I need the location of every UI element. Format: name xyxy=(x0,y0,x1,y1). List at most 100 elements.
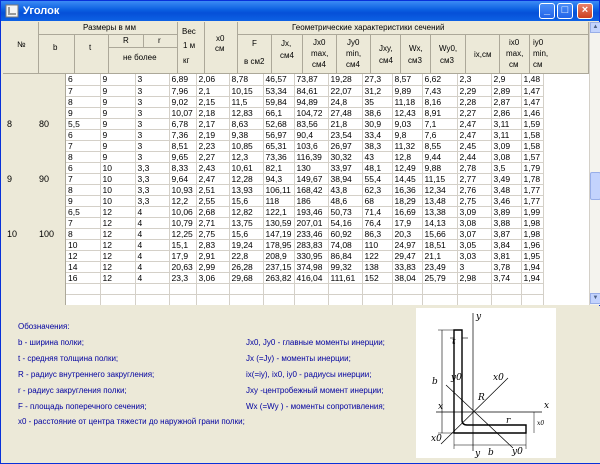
table-cell[interactable]: 3,78 xyxy=(491,261,522,273)
table-cell[interactable]: 13,48 xyxy=(422,195,458,207)
table-cell[interactable]: 7 xyxy=(66,140,101,152)
table-row[interactable]: 7 10 3,3 9,64 2,47 12,28 94,3 149,67 38,94 55,4 14… xyxy=(66,173,544,185)
table-cell[interactable]: 8,91 xyxy=(422,107,458,119)
table-cell[interactable]: 2,28 xyxy=(457,96,492,108)
table-cell[interactable]: 65,31 xyxy=(263,140,295,152)
header-r[interactable]: r xyxy=(144,35,178,48)
table-cell[interactable]: 2,55 xyxy=(196,195,230,207)
table-cell[interactable]: 12 xyxy=(100,272,136,284)
table-cell[interactable] xyxy=(457,283,492,295)
table-cell[interactable]: 14 xyxy=(66,261,101,273)
header-Jy0[interactable]: Jy0 min, см4 xyxy=(337,35,371,74)
table-cell[interactable]: 25,79 xyxy=(422,272,458,284)
table-cell[interactable]: 48,6 xyxy=(328,195,363,207)
table-cell[interactable]: 130 xyxy=(294,162,329,174)
table-cell[interactable]: 68 xyxy=(362,195,393,207)
table-row[interactable]: 14 12 4 20,63 2,99 26,28 237,15 374,98 99,32 138 3… xyxy=(66,261,544,273)
table-cell[interactable]: 12,34 xyxy=(422,184,458,196)
table-cell[interactable]: 1,58 xyxy=(521,129,544,141)
table-cell[interactable]: 7,43 xyxy=(422,85,458,97)
table-cell[interactable]: 56,97 xyxy=(263,129,295,141)
table-cell[interactable]: 2,75 xyxy=(457,195,492,207)
table-cell[interactable]: 2,06 xyxy=(196,74,230,86)
header-ix0[interactable]: ix0 max, см xyxy=(500,35,530,74)
table-cell[interactable]: 2,51 xyxy=(196,184,230,196)
table-cell[interactable]: 22,8 xyxy=(229,250,264,262)
table-cell[interactable]: 27,3 xyxy=(362,74,393,86)
table-cell[interactable]: 86,3 xyxy=(362,228,393,240)
table-cell[interactable] xyxy=(294,283,329,295)
table-cell[interactable]: 30,32 xyxy=(328,151,363,163)
table-cell[interactable]: 24,97 xyxy=(392,239,423,251)
table-cell[interactable]: 10,85 xyxy=(229,140,264,152)
table-cell[interactable]: 1,99 xyxy=(521,206,544,218)
table-cell[interactable]: 116,39 xyxy=(294,151,329,163)
table-cell[interactable]: 3 xyxy=(135,85,170,97)
table-cell[interactable]: 9 xyxy=(66,195,101,207)
table-cell[interactable]: 2,83 xyxy=(196,239,230,251)
table-cell[interactable]: 4 xyxy=(135,206,170,218)
header-Wx[interactable]: Wx, см3 xyxy=(401,35,431,74)
table-cell[interactable]: 13,75 xyxy=(229,217,264,229)
table-cell[interactable]: 6,62 xyxy=(422,74,458,86)
table-cell[interactable]: 3 xyxy=(135,74,170,86)
table-cell[interactable]: 24,8 xyxy=(328,96,363,108)
scroll-down-button[interactable]: ▼ xyxy=(590,293,600,304)
table-cell[interactable]: 5,5 xyxy=(66,118,101,130)
table-cell[interactable]: 8,51 xyxy=(169,140,197,152)
table-cell[interactable]: 7,6 xyxy=(422,129,458,141)
table-cell[interactable]: 3,07 xyxy=(457,228,492,240)
table-cell[interactable]: 138 xyxy=(362,261,393,273)
table-cell[interactable]: 1,94 xyxy=(521,272,544,284)
table-cell[interactable]: 19,28 xyxy=(328,74,363,86)
table-cell[interactable]: 6 xyxy=(66,129,101,141)
table-cell[interactable]: 38,6 xyxy=(362,107,393,119)
table-cell[interactable]: 2,86 xyxy=(491,107,522,119)
table-cell[interactable]: 9 xyxy=(100,107,136,119)
table-row[interactable]: 9 10 3,3 12,2 2,55 15,6 118 186 48,6 68 18,29 13,48… xyxy=(66,195,544,207)
table-cell[interactable]: 3,03 xyxy=(457,250,492,262)
table-cell[interactable]: 3,88 xyxy=(491,217,522,229)
table-cell[interactable]: 10 xyxy=(100,173,136,185)
table-cell[interactable]: 38,04 xyxy=(392,272,423,284)
table-cell[interactable]: 12,83 xyxy=(229,107,264,119)
table-cell[interactable]: 3,49 xyxy=(491,173,522,185)
table-cell[interactable]: 6,89 xyxy=(169,74,197,86)
table-cell[interactable]: 18,29 xyxy=(392,195,423,207)
table-cell[interactable]: 99,32 xyxy=(328,261,363,273)
table-cell[interactable]: 26,97 xyxy=(328,140,363,152)
table-cell[interactable]: 1,58 xyxy=(521,140,544,152)
table-cell[interactable]: 208,9 xyxy=(263,250,295,262)
table-cell[interactable]: 7 xyxy=(66,173,101,185)
table-cell[interactable]: 3,89 xyxy=(491,206,522,218)
table-cell[interactable]: 3 xyxy=(135,140,170,152)
table-cell[interactable]: 2,15 xyxy=(196,96,230,108)
table-cell[interactable] xyxy=(328,283,363,295)
table-cell[interactable] xyxy=(521,294,544,305)
table-cell[interactable]: 193,46 xyxy=(294,206,329,218)
table-cell[interactable]: 11,18 xyxy=(392,96,423,108)
header-ix[interactable]: ix,см xyxy=(466,35,500,74)
table-cell[interactable]: 3,3 xyxy=(135,162,170,174)
table-cell[interactable]: 2,44 xyxy=(457,151,492,163)
table-cell[interactable] xyxy=(135,294,170,305)
table-cell[interactable]: 38,3 xyxy=(362,140,393,152)
maximize-button[interactable]: □ xyxy=(557,3,573,19)
table-cell[interactable]: 10 xyxy=(100,184,136,196)
table-cell[interactable]: 3 xyxy=(135,129,170,141)
table-cell[interactable]: 1,47 xyxy=(521,96,544,108)
table-cell[interactable]: 118 xyxy=(263,195,295,207)
table-cell[interactable] xyxy=(392,283,423,295)
table-cell[interactable]: 20,3 xyxy=(392,228,423,240)
table-cell[interactable] xyxy=(229,283,264,295)
table-cell[interactable]: 3,05 xyxy=(457,239,492,251)
table-cell[interactable]: 9 xyxy=(100,96,136,108)
table-cell[interactable]: 2,27 xyxy=(457,107,492,119)
table-cell[interactable]: 110 xyxy=(362,239,393,251)
table-cell[interactable]: 7 xyxy=(66,217,101,229)
table-cell[interactable]: 3,81 xyxy=(491,250,522,262)
table-row[interactable] xyxy=(66,283,544,295)
table-cell[interactable]: 3,5 xyxy=(491,162,522,174)
table-cell[interactable]: 13,93 xyxy=(229,184,264,196)
table-cell[interactable]: 207,01 xyxy=(294,217,329,229)
